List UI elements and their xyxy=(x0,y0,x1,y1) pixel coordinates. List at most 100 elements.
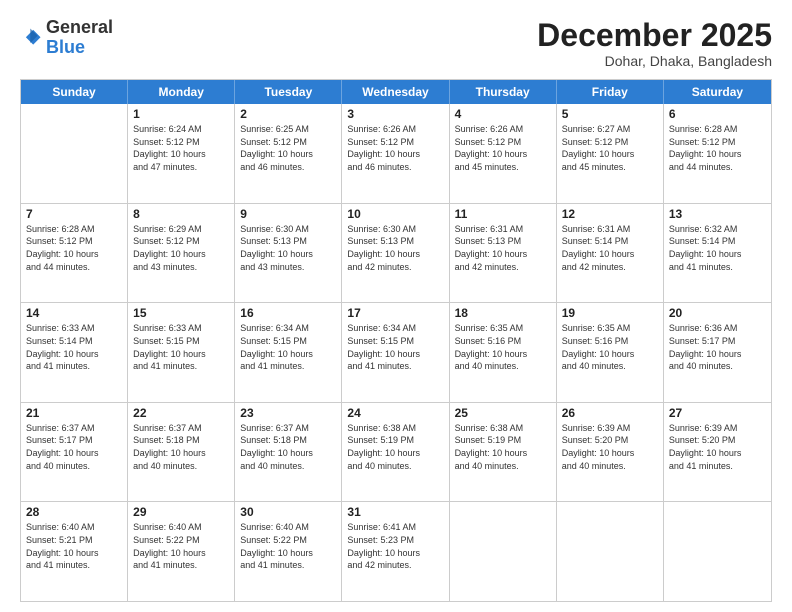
table-row: 2 Sunrise: 6:25 AM Sunset: 5:12 PM Daylig… xyxy=(235,104,342,203)
day-number: 16 xyxy=(240,306,336,320)
day-number: 29 xyxy=(133,505,229,519)
day-number: 25 xyxy=(455,406,551,420)
table-row: 5 Sunrise: 6:27 AM Sunset: 5:12 PM Daylig… xyxy=(557,104,664,203)
table-row: 1 Sunrise: 6:24 AM Sunset: 5:12 PM Daylig… xyxy=(128,104,235,203)
day-number: 19 xyxy=(562,306,658,320)
calendar-header: SundayMondayTuesdayWednesdayThursdayFrid… xyxy=(21,80,771,104)
day-number: 10 xyxy=(347,207,443,221)
day-number: 8 xyxy=(133,207,229,221)
cell-info: Sunrise: 6:35 AM Sunset: 5:16 PM Dayligh… xyxy=(455,322,551,372)
calendar-row-1: 7Sunrise: 6:28 AM Sunset: 5:12 PM Daylig… xyxy=(21,204,771,304)
table-row: 11Sunrise: 6:31 AM Sunset: 5:13 PM Dayli… xyxy=(450,204,557,303)
table-row xyxy=(664,502,771,601)
month-title: December 2025 xyxy=(537,18,772,53)
cell-info: Sunrise: 6:37 AM Sunset: 5:17 PM Dayligh… xyxy=(26,422,122,472)
cell-info: Sunrise: 6:40 AM Sunset: 5:22 PM Dayligh… xyxy=(133,521,229,571)
location: Dohar, Dhaka, Bangladesh xyxy=(537,53,772,69)
day-number: 1 xyxy=(133,107,229,121)
table-row: 14 Sunrise: 6:33 AM Sunset: 5:14 PM Dayli… xyxy=(21,303,128,402)
table-row: 17 Sunrise: 6:34 AM Sunset: 5:15 PM Dayli… xyxy=(342,303,449,402)
header-cell-thursday: Thursday xyxy=(450,80,557,104)
day-number: 18 xyxy=(455,306,551,320)
cell-info: Sunrise: 6:27 AM Sunset: 5:12 PM Dayligh… xyxy=(562,123,658,173)
table-row: 21Sunrise: 6:37 AM Sunset: 5:17 PM Dayli… xyxy=(21,403,128,502)
table-row: 8 Sunrise: 6:29 AM Sunset: 5:12 PM Daylig… xyxy=(128,204,235,303)
calendar-row-0: 1 Sunrise: 6:24 AM Sunset: 5:12 PM Daylig… xyxy=(21,104,771,204)
table-row: 13Sunrise: 6:32 AM Sunset: 5:14 PM Dayli… xyxy=(664,204,771,303)
cell-info: Sunrise: 6:37 AM Sunset: 5:18 PM Dayligh… xyxy=(240,422,336,472)
cell-info: Sunrise: 6:28 AM Sunset: 5:12 PM Dayligh… xyxy=(26,223,122,273)
day-number: 4 xyxy=(455,107,551,121)
cell-info: Sunrise: 6:32 AM Sunset: 5:14 PM Dayligh… xyxy=(669,223,766,273)
logo: General Blue xyxy=(20,18,113,58)
title-block: December 2025 Dohar, Dhaka, Bangladesh xyxy=(537,18,772,69)
cell-info: Sunrise: 6:30 AM Sunset: 5:13 PM Dayligh… xyxy=(347,223,443,273)
cell-info: Sunrise: 6:40 AM Sunset: 5:22 PM Dayligh… xyxy=(240,521,336,571)
calendar-row-3: 21Sunrise: 6:37 AM Sunset: 5:17 PM Dayli… xyxy=(21,403,771,503)
table-row: 7Sunrise: 6:28 AM Sunset: 5:12 PM Daylig… xyxy=(21,204,128,303)
day-number: 17 xyxy=(347,306,443,320)
table-row: 16 Sunrise: 6:34 AM Sunset: 5:15 PM Dayli… xyxy=(235,303,342,402)
day-number: 23 xyxy=(240,406,336,420)
logo-icon xyxy=(20,27,42,49)
cell-info: Sunrise: 6:26 AM Sunset: 5:12 PM Dayligh… xyxy=(455,123,551,173)
day-number: 11 xyxy=(455,207,551,221)
day-number: 2 xyxy=(240,107,336,121)
header-cell-tuesday: Tuesday xyxy=(235,80,342,104)
cell-info: Sunrise: 6:39 AM Sunset: 5:20 PM Dayligh… xyxy=(669,422,766,472)
cell-info: Sunrise: 6:37 AM Sunset: 5:18 PM Dayligh… xyxy=(133,422,229,472)
cell-info: Sunrise: 6:25 AM Sunset: 5:12 PM Dayligh… xyxy=(240,123,336,173)
day-number: 15 xyxy=(133,306,229,320)
cell-info: Sunrise: 6:40 AM Sunset: 5:21 PM Dayligh… xyxy=(26,521,122,571)
header-cell-wednesday: Wednesday xyxy=(342,80,449,104)
cell-info: Sunrise: 6:41 AM Sunset: 5:23 PM Dayligh… xyxy=(347,521,443,571)
table-row: 15 Sunrise: 6:33 AM Sunset: 5:15 PM Dayli… xyxy=(128,303,235,402)
cell-info: Sunrise: 6:28 AM Sunset: 5:12 PM Dayligh… xyxy=(669,123,766,173)
cell-info: Sunrise: 6:33 AM Sunset: 5:14 PM Dayligh… xyxy=(26,322,122,372)
calendar-row-2: 14 Sunrise: 6:33 AM Sunset: 5:14 PM Dayli… xyxy=(21,303,771,403)
day-number: 6 xyxy=(669,107,766,121)
page: General Blue December 2025 Dohar, Dhaka,… xyxy=(0,0,792,612)
table-row: 24 Sunrise: 6:38 AM Sunset: 5:19 PM Dayli… xyxy=(342,403,449,502)
table-row: 6 Sunrise: 6:28 AM Sunset: 5:12 PM Daylig… xyxy=(664,104,771,203)
table-row: 28Sunrise: 6:40 AM Sunset: 5:21 PM Dayli… xyxy=(21,502,128,601)
cell-info: Sunrise: 6:35 AM Sunset: 5:16 PM Dayligh… xyxy=(562,322,658,372)
day-number: 3 xyxy=(347,107,443,121)
page-header: General Blue December 2025 Dohar, Dhaka,… xyxy=(20,18,772,69)
table-row: 9Sunrise: 6:30 AM Sunset: 5:13 PM Daylig… xyxy=(235,204,342,303)
cell-info: Sunrise: 6:31 AM Sunset: 5:14 PM Dayligh… xyxy=(562,223,658,273)
table-row: 27 Sunrise: 6:39 AM Sunset: 5:20 PM Dayli… xyxy=(664,403,771,502)
table-row: 22Sunrise: 6:37 AM Sunset: 5:18 PM Dayli… xyxy=(128,403,235,502)
day-number: 27 xyxy=(669,406,766,420)
day-number: 5 xyxy=(562,107,658,121)
cell-info: Sunrise: 6:24 AM Sunset: 5:12 PM Dayligh… xyxy=(133,123,229,173)
calendar-body: 1 Sunrise: 6:24 AM Sunset: 5:12 PM Daylig… xyxy=(21,104,771,601)
cell-info: Sunrise: 6:33 AM Sunset: 5:15 PM Dayligh… xyxy=(133,322,229,372)
cell-info: Sunrise: 6:34 AM Sunset: 5:15 PM Dayligh… xyxy=(240,322,336,372)
cell-info: Sunrise: 6:34 AM Sunset: 5:15 PM Dayligh… xyxy=(347,322,443,372)
table-row: 23 Sunrise: 6:37 AM Sunset: 5:18 PM Dayli… xyxy=(235,403,342,502)
table-row: 26 Sunrise: 6:39 AM Sunset: 5:20 PM Dayli… xyxy=(557,403,664,502)
day-number: 30 xyxy=(240,505,336,519)
table-row: 29 Sunrise: 6:40 AM Sunset: 5:22 PM Dayli… xyxy=(128,502,235,601)
table-row: 3Sunrise: 6:26 AM Sunset: 5:12 PM Daylig… xyxy=(342,104,449,203)
header-cell-sunday: Sunday xyxy=(21,80,128,104)
cell-info: Sunrise: 6:39 AM Sunset: 5:20 PM Dayligh… xyxy=(562,422,658,472)
table-row: 18 Sunrise: 6:35 AM Sunset: 5:16 PM Dayli… xyxy=(450,303,557,402)
cell-info: Sunrise: 6:38 AM Sunset: 5:19 PM Dayligh… xyxy=(347,422,443,472)
day-number: 20 xyxy=(669,306,766,320)
header-cell-friday: Friday xyxy=(557,80,664,104)
cell-info: Sunrise: 6:30 AM Sunset: 5:13 PM Dayligh… xyxy=(240,223,336,273)
header-cell-saturday: Saturday xyxy=(664,80,771,104)
day-number: 26 xyxy=(562,406,658,420)
table-row: 4 Sunrise: 6:26 AM Sunset: 5:12 PM Daylig… xyxy=(450,104,557,203)
day-number: 24 xyxy=(347,406,443,420)
logo-general-text: General xyxy=(46,17,113,37)
logo-blue-text: Blue xyxy=(46,37,85,57)
table-row: 10 Sunrise: 6:30 AM Sunset: 5:13 PM Dayli… xyxy=(342,204,449,303)
table-row: 30 Sunrise: 6:40 AM Sunset: 5:22 PM Dayli… xyxy=(235,502,342,601)
cell-info: Sunrise: 6:29 AM Sunset: 5:12 PM Dayligh… xyxy=(133,223,229,273)
calendar: SundayMondayTuesdayWednesdayThursdayFrid… xyxy=(20,79,772,602)
table-row xyxy=(557,502,664,601)
day-number: 14 xyxy=(26,306,122,320)
